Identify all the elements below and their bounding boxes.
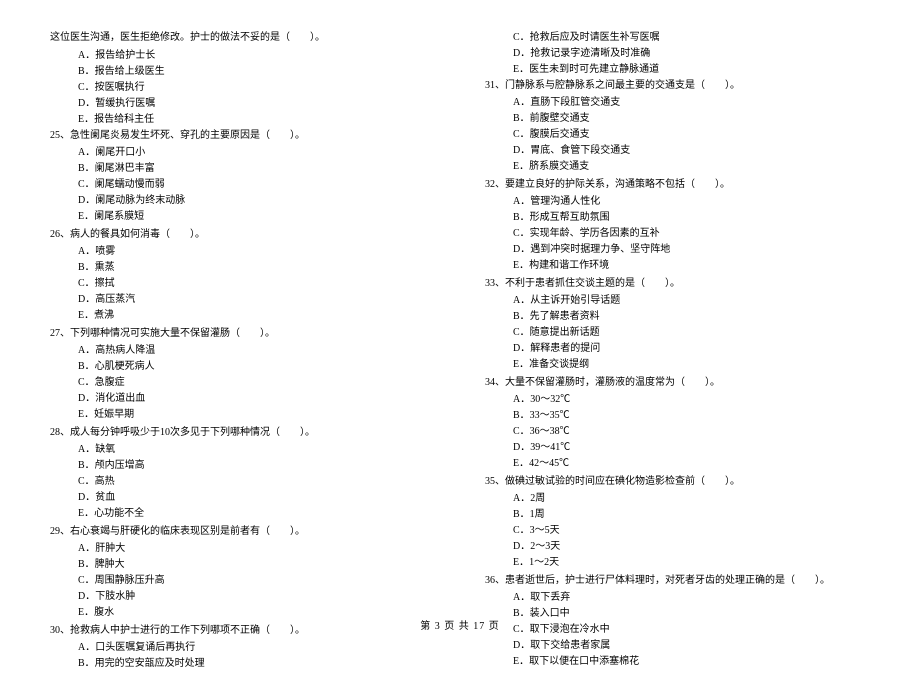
option: A．30～32℃ (485, 392, 870, 408)
option: A．高热病人降温 (50, 343, 435, 359)
question-text: 36、患者逝世后，护士进行尸体料理时，对死者牙齿的处理正确的是（ ）。 (485, 573, 870, 589)
option: B．先了解患者资料 (485, 309, 870, 325)
option: B．33～35℃ (485, 408, 870, 424)
option: B．形成互帮互助氛围 (485, 210, 870, 226)
option: C．随意提出新话题 (485, 325, 870, 341)
top-option: C．抢救后应及时请医生补写医嘱 (485, 30, 870, 46)
option: A．取下丢弃 (485, 590, 870, 606)
option: D．消化道出血 (50, 391, 435, 407)
option: C．3～5天 (485, 523, 870, 539)
option: E．构建和谐工作环境 (485, 258, 870, 274)
question-35: 35、做碘过敏试验的时间应在碘化物造影检查前（ ）。 A．2周 B．1周 C．3… (485, 474, 870, 571)
option: C．周围静脉压升高 (50, 573, 435, 589)
question-32: 32、要建立良好的护际关系，沟通策略不包括（ ）。 A．管理沟通人性化 B．形成… (485, 177, 870, 274)
option: D．2～3天 (485, 539, 870, 555)
top-option: E．医生未到时可先建立静脉通道 (485, 62, 870, 78)
option: D．贫血 (50, 490, 435, 506)
option: B．颅内压增高 (50, 458, 435, 474)
option: A．缺氧 (50, 442, 435, 458)
option: E．煮沸 (50, 308, 435, 324)
option: A．喷雾 (50, 244, 435, 260)
option: D．解释患者的提问 (485, 341, 870, 357)
option: E．取下以便在口中添塞棉花 (485, 654, 870, 670)
option: C．实现年龄、学历各因素的互补 (485, 226, 870, 242)
option: A．口头医嘱复诵后再执行 (50, 640, 435, 656)
option: D．遇到冲突时据理力争、坚守阵地 (485, 242, 870, 258)
option: C．腹膜后交通支 (485, 127, 870, 143)
intro-option: A．报告给护士长 (50, 48, 435, 64)
right-column: C．抢救后应及时请医生补写医嘱 D．抢救记录字迹清晰及时准确 E．医生未到时可先… (485, 30, 870, 674)
option: C．高热 (50, 474, 435, 490)
option: B．熏蒸 (50, 260, 435, 276)
question-text: 26、病人的餐具如何消毒（ ）。 (50, 227, 435, 243)
option: E．脐系膜交通支 (485, 159, 870, 175)
option: D．高压蒸汽 (50, 292, 435, 308)
question-text: 29、右心衰竭与肝硬化的临床表现区别是前者有（ ）。 (50, 524, 435, 540)
option: C．36～38℃ (485, 424, 870, 440)
question-27: 27、下列哪种情况可实施大量不保留灌肠（ ）。 A．高热病人降温 B．心肌梗死病… (50, 326, 435, 423)
content-container: 这位医生沟通，医生拒绝修改。护士的做法不妥的是（ ）。 A．报告给护士长 B．报… (50, 30, 870, 674)
option: E．42～45℃ (485, 456, 870, 472)
question-text: 35、做碘过敏试验的时间应在碘化物造影检查前（ ）。 (485, 474, 870, 490)
question-26: 26、病人的餐具如何消毒（ ）。 A．喷雾 B．熏蒸 C．擦拭 D．高压蒸汽 E… (50, 227, 435, 324)
question-34: 34、大量不保留灌肠时，灌肠液的温度常为（ ）。 A．30～32℃ B．33～3… (485, 375, 870, 472)
option: D．下肢水肿 (50, 589, 435, 605)
option: C．擦拭 (50, 276, 435, 292)
question-text: 32、要建立良好的护际关系，沟通策略不包括（ ）。 (485, 177, 870, 193)
option: A．直肠下段肛管交通支 (485, 95, 870, 111)
question-25: 25、急性阑尾炎易发生坏死、穿孔的主要原因是（ ）。 A．阑尾开口小 B．阑尾淋… (50, 128, 435, 225)
page-footer: 第 3 页 共 17 页 (0, 617, 920, 632)
option: D．胃底、食管下段交通支 (485, 143, 870, 159)
question-text: 31、门静脉系与腔静脉系之间最主要的交通支是（ ）。 (485, 78, 870, 94)
question-text: 27、下列哪种情况可实施大量不保留灌肠（ ）。 (50, 326, 435, 342)
option: A．2周 (485, 491, 870, 507)
option: E．准备交谈提纲 (485, 357, 870, 373)
question-text: 34、大量不保留灌肠时，灌肠液的温度常为（ ）。 (485, 375, 870, 391)
option: A．从主诉开始引导话题 (485, 293, 870, 309)
option: B．心肌梗死病人 (50, 359, 435, 375)
option: C．急腹症 (50, 375, 435, 391)
option: B．脾肿大 (50, 557, 435, 573)
option: D．取下交给患者家属 (485, 638, 870, 654)
intro-text: 这位医生沟通，医生拒绝修改。护士的做法不妥的是（ ）。 (50, 30, 435, 45)
intro-option: B．报告给上级医生 (50, 64, 435, 80)
option: B．用完的空安瓿应及时处理 (50, 656, 435, 672)
option: A．阑尾开口小 (50, 145, 435, 161)
question-text: 33、不利于患者抓住交谈主题的是（ ）。 (485, 276, 870, 292)
question-text: 28、成人每分钟呼吸少于10次多见于下列哪种情况（ ）。 (50, 425, 435, 441)
option: E．妊娠早期 (50, 407, 435, 423)
intro-option: E．报告给科主任 (50, 112, 435, 128)
option: A．肝肿大 (50, 541, 435, 557)
option: B．阑尾淋巴丰富 (50, 161, 435, 177)
intro-option: D．暂缓执行医嘱 (50, 96, 435, 112)
option: E．1～2天 (485, 555, 870, 571)
option: D．39～41℃ (485, 440, 870, 456)
question-31: 31、门静脉系与腔静脉系之间最主要的交通支是（ ）。 A．直肠下段肛管交通支 B… (485, 78, 870, 175)
left-column: 这位医生沟通，医生拒绝修改。护士的做法不妥的是（ ）。 A．报告给护士长 B．报… (50, 30, 435, 674)
question-33: 33、不利于患者抓住交谈主题的是（ ）。 A．从主诉开始引导话题 B．先了解患者… (485, 276, 870, 373)
top-option: D．抢救记录字迹清晰及时准确 (485, 46, 870, 62)
question-29: 29、右心衰竭与肝硬化的临床表现区别是前者有（ ）。 A．肝肿大 B．脾肿大 C… (50, 524, 435, 621)
option: C．阑尾蠕动慢而弱 (50, 177, 435, 193)
option: A．管理沟通人性化 (485, 194, 870, 210)
option: E．心功能不全 (50, 506, 435, 522)
option: E．阑尾系膜短 (50, 209, 435, 225)
question-text: 25、急性阑尾炎易发生坏死、穿孔的主要原因是（ ）。 (50, 128, 435, 144)
question-28: 28、成人每分钟呼吸少于10次多见于下列哪种情况（ ）。 A．缺氧 B．颅内压增… (50, 425, 435, 522)
option: D．阑尾动脉为终末动脉 (50, 193, 435, 209)
option: B．前腹壁交通支 (485, 111, 870, 127)
option: B．1周 (485, 507, 870, 523)
intro-option: C．按医嘱执行 (50, 80, 435, 96)
